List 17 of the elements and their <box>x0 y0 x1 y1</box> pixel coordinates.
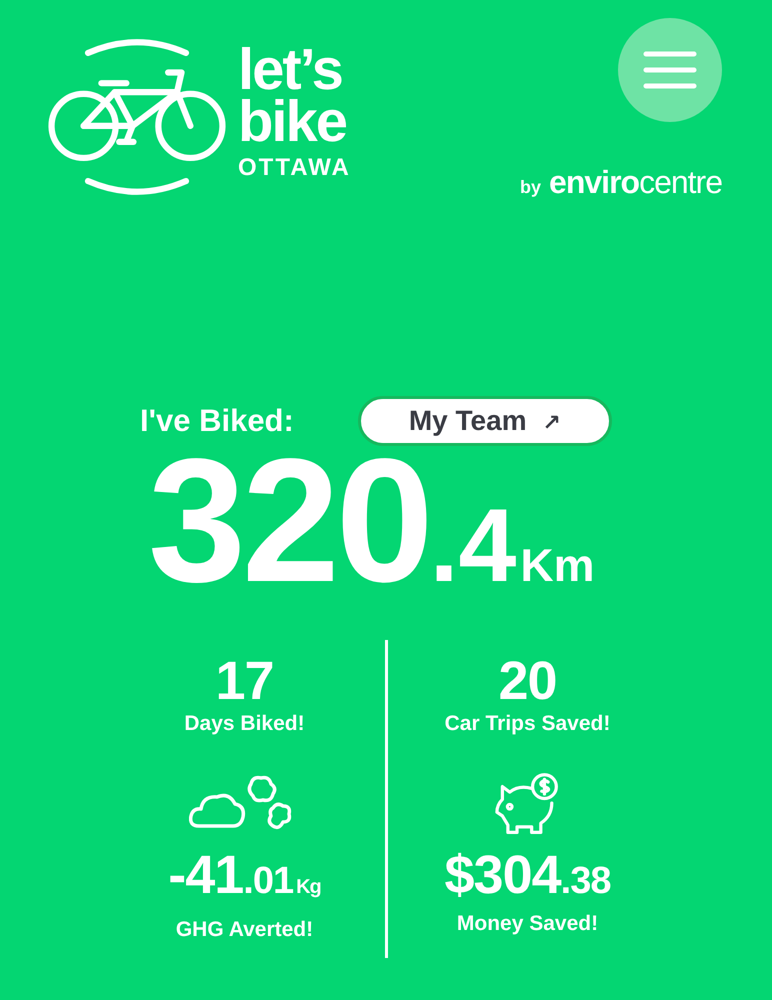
stat-label: GHG Averted! <box>176 918 314 942</box>
stat-value: -41.01Kg <box>168 844 321 907</box>
stat-value: 17 <box>215 650 274 712</box>
my-team-button[interactable]: My Team ↗ <box>358 396 612 446</box>
logo-text: OTTAWA <box>238 154 351 182</box>
stat-value: $304.38 <box>444 844 610 907</box>
distance-label: I've Biked: <box>140 403 294 439</box>
menu-icon <box>643 50 697 90</box>
logo-text: let’s <box>238 44 342 96</box>
distance-value: 320.4Km <box>148 446 596 621</box>
stat-label: Days Biked! <box>184 712 305 736</box>
logo-text: bike <box>238 96 348 148</box>
stat-value: 20 <box>498 650 557 712</box>
stat-label: Money Saved! <box>456 912 598 936</box>
stat-label: Car Trips Saved! <box>444 712 610 736</box>
brand-byline: by envirocentre <box>520 164 722 201</box>
bicycle-icon <box>48 36 226 198</box>
